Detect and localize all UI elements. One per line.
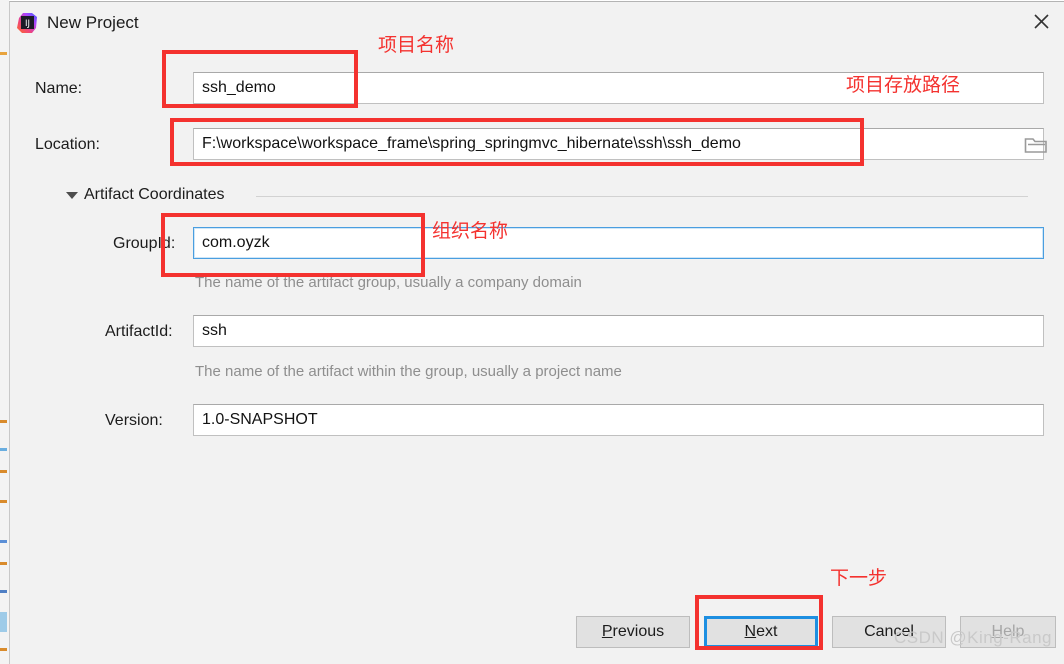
close-icon[interactable] xyxy=(1018,2,1064,40)
next-button[interactable]: Next xyxy=(704,616,818,648)
backdrop-mark xyxy=(0,540,7,543)
backdrop-mark xyxy=(0,500,7,503)
next-label-rest: ext xyxy=(756,623,778,640)
version-input[interactable]: 1.0-SNAPSHOT xyxy=(193,404,1044,436)
artifact-coordinates-section-header[interactable]: Artifact Coordinates xyxy=(66,186,1046,206)
help-label-rest: elp xyxy=(1003,623,1025,640)
groupid-input[interactable]: com.oyzk xyxy=(193,227,1044,259)
previous-mnemonic: P xyxy=(601,623,613,640)
backdrop-mark xyxy=(0,562,7,565)
artifactid-hint: The name of the artifact within the grou… xyxy=(195,363,622,380)
section-divider xyxy=(256,196,1028,197)
chevron-down-icon[interactable] xyxy=(66,192,78,199)
backdrop-mark xyxy=(0,648,7,651)
new-project-dialog: IJ New Project Name: ssh_demo Location: … xyxy=(9,1,1064,664)
backdrop-mark xyxy=(0,448,7,451)
backdrop-mark xyxy=(0,612,7,632)
help-button: Help xyxy=(960,616,1056,648)
artifact-coordinates-title: Artifact Coordinates xyxy=(84,186,225,203)
backdrop-mark xyxy=(0,590,7,593)
location-input[interactable]: F:\workspace\workspace_frame\spring_spri… xyxy=(193,128,1044,160)
dialog-title: New Project xyxy=(47,13,139,32)
intellij-idea-logo-icon: IJ xyxy=(16,12,38,34)
location-label: Location: xyxy=(35,136,100,153)
folder-icon[interactable] xyxy=(1024,135,1048,155)
backdrop-mark xyxy=(0,470,7,473)
next-mnemonic: N xyxy=(744,623,757,640)
cancel-button[interactable]: Cancel xyxy=(832,616,946,648)
svg-text:IJ: IJ xyxy=(25,19,30,29)
name-input[interactable]: ssh_demo xyxy=(193,72,1044,104)
help-mnemonic: H xyxy=(991,623,1004,640)
backdrop-mark xyxy=(0,52,7,55)
artifactid-input[interactable]: ssh xyxy=(193,315,1044,347)
dialog-titlebar: IJ New Project xyxy=(10,2,1064,46)
backdrop-mark xyxy=(0,420,7,423)
name-label: Name: xyxy=(35,80,83,97)
previous-label-rest: revious xyxy=(612,623,665,640)
groupid-hint: The name of the artifact group, usually … xyxy=(195,274,582,291)
previous-button[interactable]: Previous xyxy=(576,616,690,648)
